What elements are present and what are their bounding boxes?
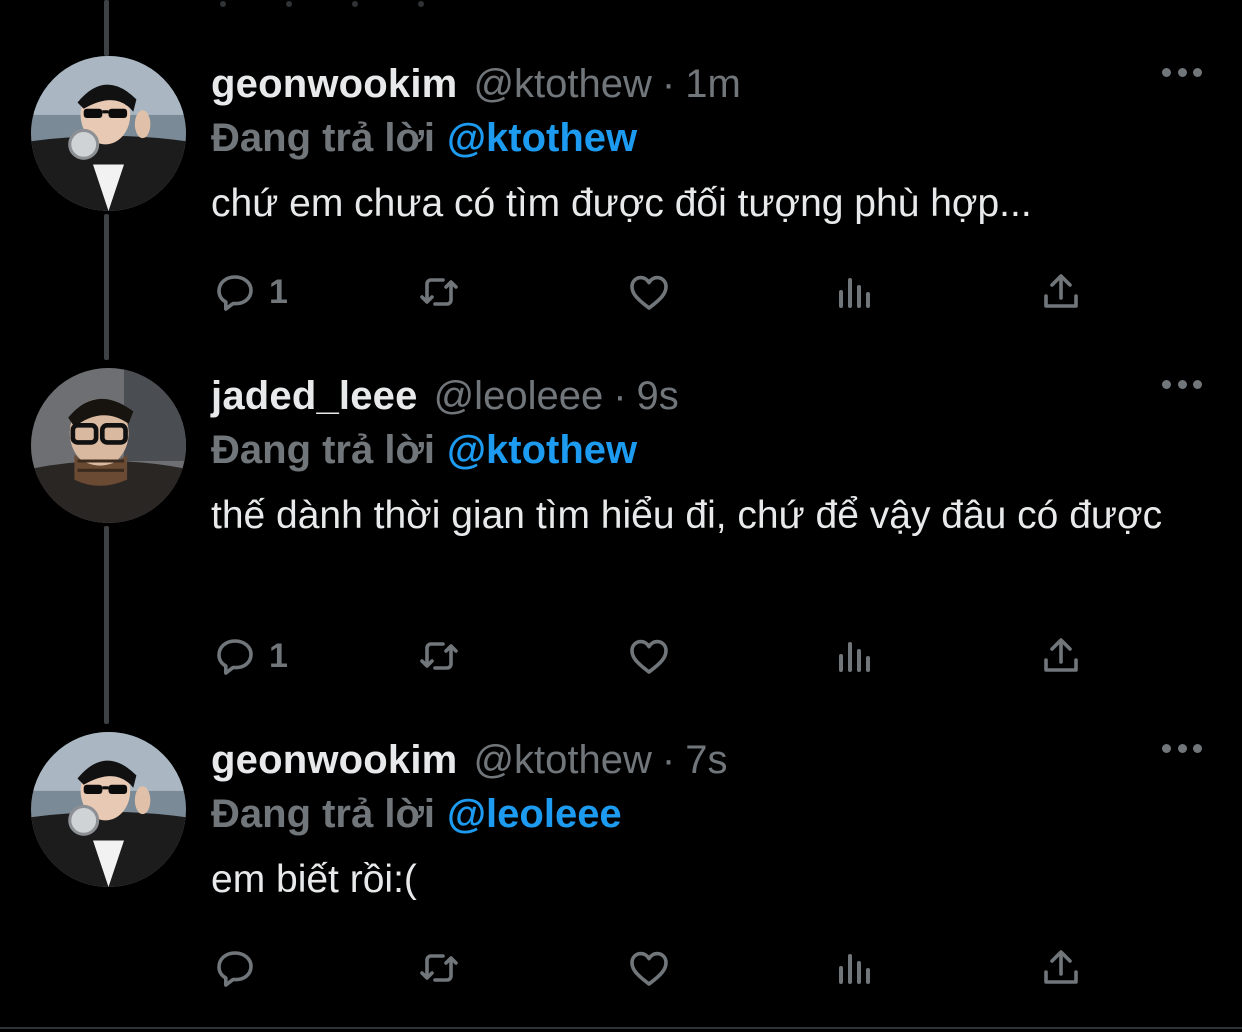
like-icon [630,951,668,986]
timestamp[interactable]: 1m [685,62,741,107]
like-button[interactable] [625,943,673,993]
views-button[interactable] [831,631,879,681]
share-button[interactable] [1037,943,1085,993]
replying-to: Đang trả lời @leoleee [211,788,1202,840]
separator-dot: · [661,737,676,782]
user-handle[interactable]: @ktothew [473,738,651,783]
reply-button[interactable]: 1 [211,267,288,317]
like-button[interactable] [625,267,673,317]
replying-to-mention[interactable]: @leoleee [447,792,622,836]
more-options-icon[interactable] [1162,62,1202,82]
tweet-header: jaded_leee @leoleee · 9s [211,368,1202,424]
replying-to-label: Đang trả lời [211,792,436,836]
thread-connector-line [104,526,109,724]
retweet-button[interactable] [415,943,463,993]
share-button[interactable] [1037,267,1085,317]
separator-dot: · [661,61,676,106]
replying-to-mention[interactable]: @ktothew [447,428,637,472]
reply-button[interactable] [211,943,269,993]
retweet-button[interactable] [415,267,463,317]
user-handle[interactable]: @leoleee [434,374,604,419]
replying-to-mention[interactable]: @ktothew [447,116,637,160]
retweet-icon [420,642,458,670]
separator-dot: · [613,373,627,418]
reply-count: 1 [269,272,288,311]
tweet-text: em biết rồi:( [211,858,417,901]
previous-tweet-actions-edge [220,0,680,7]
replying-to-label: Đang trả lời [211,428,436,472]
tweet-header: geonwookim @ktothew · 1m [211,56,1202,112]
avatar[interactable] [31,732,186,887]
views-button[interactable] [831,267,879,317]
replying-to: Đang trả lời @ktothew [211,112,1202,164]
retweet-icon [420,954,458,982]
retweet-icon [420,278,458,306]
user-avatar-photo-icon [31,56,186,211]
retweet-button[interactable] [415,631,463,681]
avatar[interactable] [31,368,186,523]
views-icon [839,642,870,672]
views-button[interactable] [831,943,879,993]
replying-to: Đang trả lời @ktothew [211,424,1202,476]
share-icon [1044,950,1078,984]
share-icon [1044,638,1078,672]
tweet-actions [211,943,1111,993]
reply-icon [217,639,253,675]
replying-to-label: Đang trả lời [211,116,436,160]
tweet-text: thế dành thời gian tìm hiểu đi, chứ để v… [211,494,1163,537]
thread-connector-line [104,0,109,56]
display-name[interactable]: geonwookim [211,62,457,107]
views-icon [839,954,870,984]
thread-connector-line [104,214,109,360]
tweet-actions: 1 [211,631,1111,681]
reply-count: 1 [269,636,288,675]
views-icon [839,278,870,308]
timestamp[interactable]: 7s [685,738,727,783]
user-handle[interactable]: @ktothew [473,62,651,107]
avatar[interactable] [31,56,186,211]
share-button[interactable] [1037,631,1085,681]
timestamp[interactable]: 9s [637,374,679,419]
share-icon [1044,274,1078,308]
like-icon [630,639,668,674]
tweet-actions: 1 [211,267,1111,317]
display-name[interactable]: geonwookim [211,738,457,783]
reply-icon [217,951,253,987]
user-avatar-photo-icon [31,732,186,887]
like-button[interactable] [625,631,673,681]
like-icon [630,275,668,310]
tweet-header: geonwookim @ktothew · 7s [211,732,1202,788]
more-options-icon[interactable] [1162,374,1202,394]
more-options-icon[interactable] [1162,738,1202,758]
display-name[interactable]: jaded_leee [211,374,418,419]
reply-button[interactable]: 1 [211,631,288,681]
reply-icon [217,275,253,311]
divider [0,1027,1242,1029]
user-avatar-photo-icon [31,368,186,523]
tweet-text: chứ em chưa có tìm được đối tượng phù hợ… [211,182,1032,225]
